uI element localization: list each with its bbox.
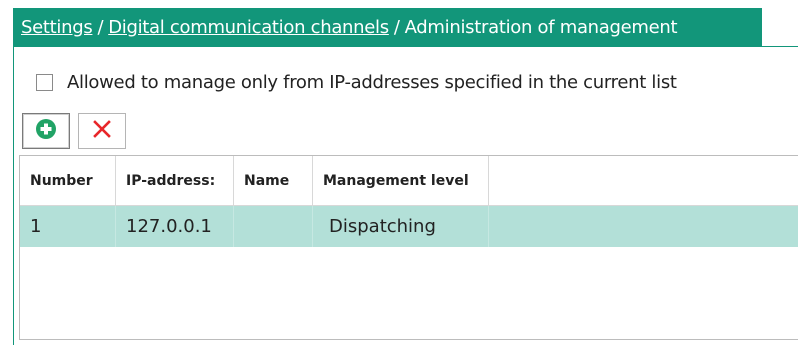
table-row[interactable]: 1 127.0.0.1 Dispatching — [20, 206, 798, 247]
cell-number: 1 — [20, 206, 116, 247]
column-header-name[interactable]: Name — [234, 156, 313, 206]
column-header-management-level[interactable]: Management level — [313, 156, 489, 206]
delete-entry-button[interactable] — [78, 113, 126, 149]
breadcrumb-separator: / — [97, 16, 104, 38]
add-entry-button[interactable] — [22, 113, 70, 149]
cell-ip-address: 127.0.0.1 — [116, 206, 234, 247]
ip-address-table: Number IP-address: Name Management level… — [19, 155, 798, 340]
breadcrumb-digital-channels-link[interactable]: Digital communication channels — [108, 17, 389, 38]
column-header-filler — [489, 156, 798, 206]
admin-management-page: Settings / Digital communication channel… — [0, 0, 798, 345]
breadcrumb-settings-link[interactable]: Settings — [21, 17, 93, 38]
ip-restriction-label[interactable]: Allowed to manage only from IP-addresses… — [67, 72, 677, 93]
breadcrumb-current-page: Administration of management — [404, 16, 678, 38]
cell-name — [234, 206, 313, 247]
plus-circle-icon — [35, 118, 57, 144]
breadcrumb-separator: / — [393, 16, 400, 38]
cell-management-level: Dispatching — [313, 206, 489, 247]
column-header-ip-address[interactable]: IP-address: — [116, 156, 234, 206]
table-toolbar — [22, 113, 134, 149]
table-header: Number IP-address: Name Management level — [20, 156, 798, 206]
breadcrumb: Settings / Digital communication channel… — [13, 8, 762, 46]
ip-restriction-checkbox[interactable] — [36, 73, 53, 91]
column-header-number[interactable]: Number — [20, 156, 116, 206]
ip-restriction-option: Allowed to manage only from IP-addresses… — [22, 70, 677, 94]
cell-filler — [489, 206, 798, 247]
close-x-icon — [92, 119, 112, 143]
